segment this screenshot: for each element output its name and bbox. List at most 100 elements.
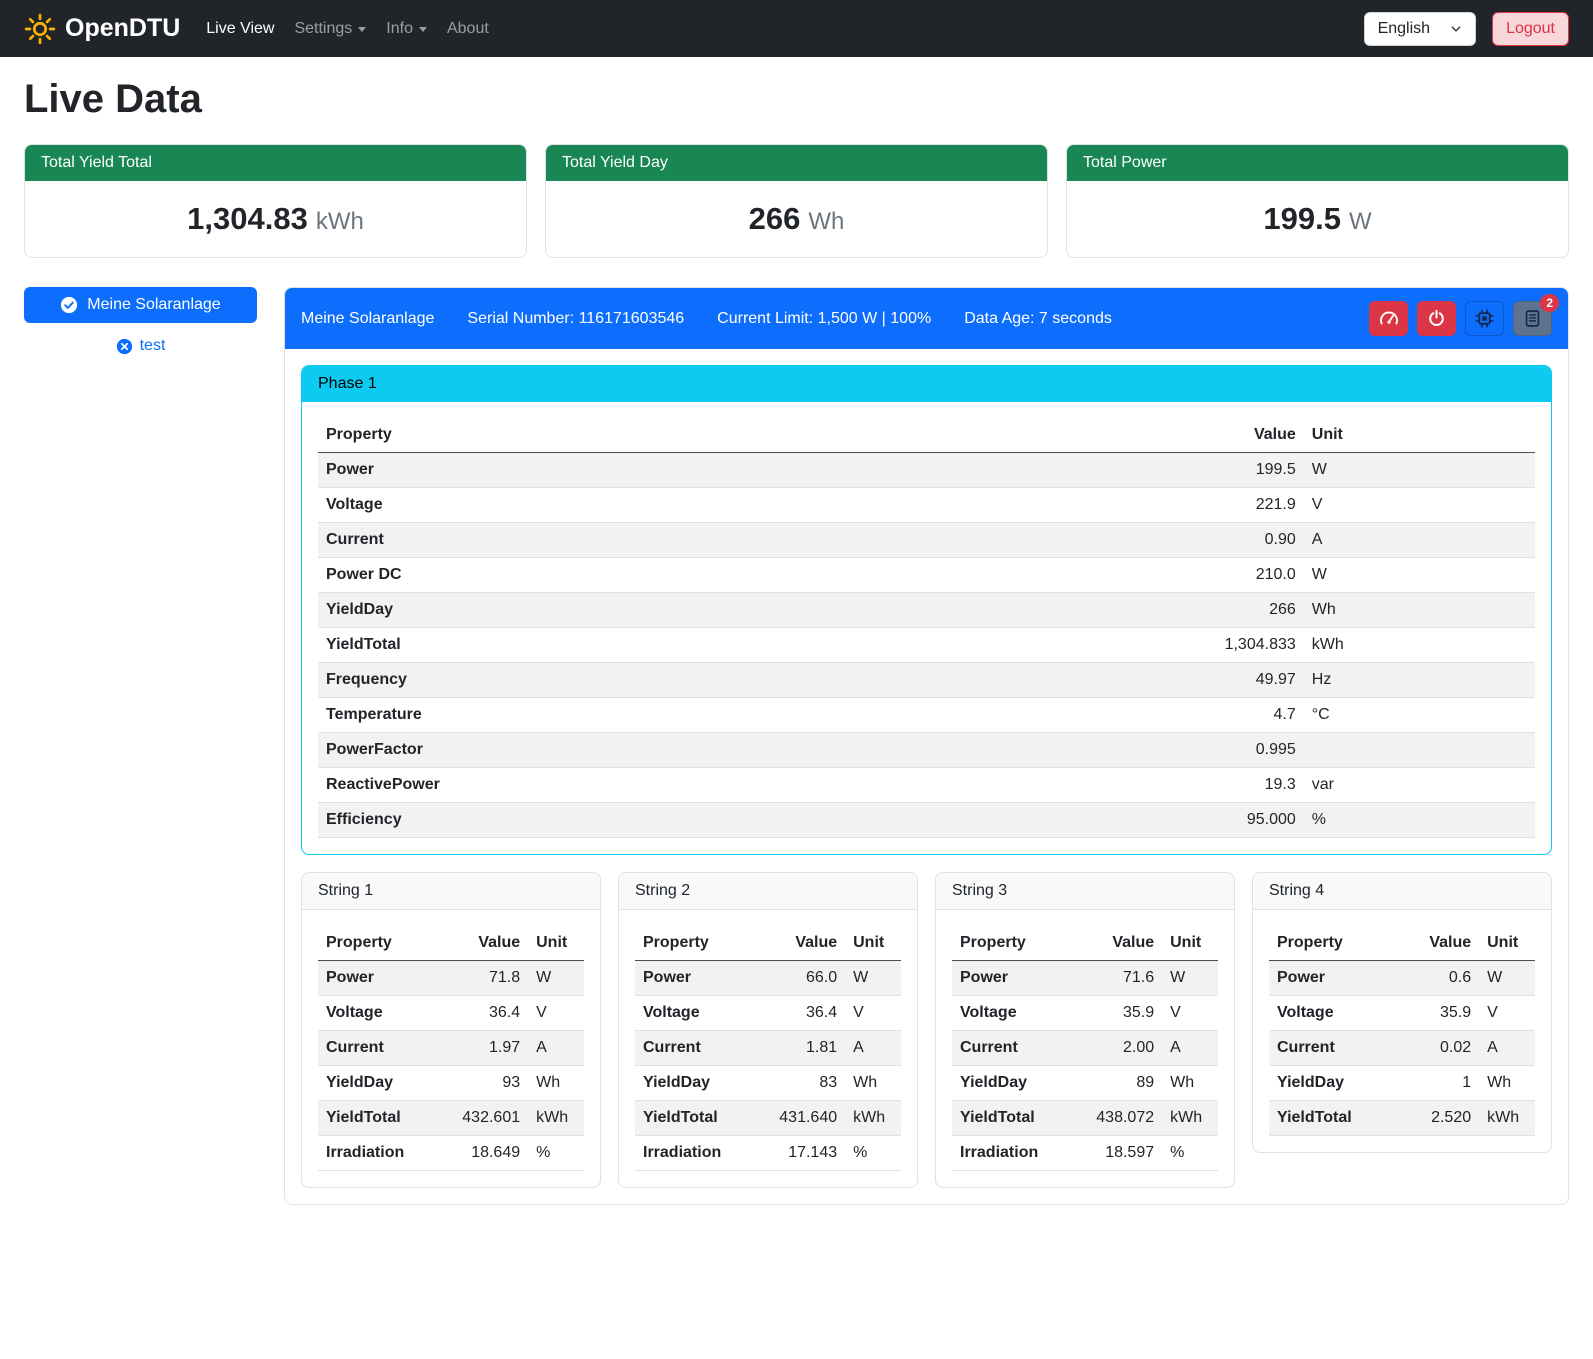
device-info-button[interactable] xyxy=(1465,301,1504,336)
card-unit: Wh xyxy=(808,208,844,235)
language-value: English xyxy=(1378,20,1430,38)
table-row: Power 199.5 W xyxy=(318,453,1535,488)
strings-row: String 1 Property Value Unit xyxy=(301,872,1552,1188)
brand[interactable]: OpenDTU xyxy=(24,13,180,45)
property-cell: PowerFactor xyxy=(318,733,927,768)
chevron-down-icon xyxy=(1450,23,1462,35)
value-cell: 66.0 xyxy=(747,961,845,996)
logout-button[interactable]: Logout xyxy=(1492,12,1569,46)
column-property: Property xyxy=(318,926,430,961)
column-unit: Unit xyxy=(1304,418,1535,453)
table-row: YieldDay 266 Wh xyxy=(318,593,1535,628)
inverter-select-button[interactable]: Meine Solaranlage xyxy=(24,287,257,323)
table-row: Power 71.6 W xyxy=(952,961,1218,996)
unit-cell: % xyxy=(1304,803,1535,838)
property-cell: Voltage xyxy=(635,996,747,1031)
inverter-item-test[interactable]: test xyxy=(24,337,257,355)
property-cell: Current xyxy=(635,1031,747,1066)
limit-settings-button[interactable] xyxy=(1369,301,1408,336)
unit-cell: V xyxy=(528,996,584,1031)
column-value: Value xyxy=(1381,926,1479,961)
card-total-yield-day: Total Yield Day 266Wh xyxy=(545,144,1048,258)
unit-cell: Wh xyxy=(1479,1066,1535,1101)
nav-item-about[interactable]: About xyxy=(437,12,499,46)
nav-item-info[interactable]: Info xyxy=(376,12,437,46)
unit-cell: var xyxy=(1304,768,1535,803)
value-cell: 93 xyxy=(430,1066,528,1101)
unit-cell: % xyxy=(845,1136,901,1171)
nav-item-settings[interactable]: Settings xyxy=(284,12,376,46)
table-row: Frequency 49.97 Hz xyxy=(318,663,1535,698)
string-table: Property Value Unit Power 0. xyxy=(1269,926,1535,1136)
event-log-button[interactable]: 2 xyxy=(1513,301,1552,336)
brand-label: OpenDTU xyxy=(65,14,180,43)
property-cell: Power xyxy=(1269,961,1381,996)
card-body: 266Wh xyxy=(546,181,1047,257)
card-body: 1,304.83kWh xyxy=(25,181,526,257)
value-cell: 36.4 xyxy=(747,996,845,1031)
column-property: Property xyxy=(318,418,927,453)
unit-cell: W xyxy=(845,961,901,996)
phase-table-body: Power 199.5 W Voltage 221.9 V xyxy=(318,453,1535,838)
nav-item-live-view[interactable]: Live View xyxy=(196,12,284,46)
unit-cell: % xyxy=(1162,1136,1218,1171)
unit-cell: Wh xyxy=(1162,1066,1218,1101)
value-cell: 0.90 xyxy=(927,523,1304,558)
language-select[interactable]: English xyxy=(1364,12,1476,46)
property-cell: Irradiation xyxy=(952,1136,1064,1171)
property-cell: YieldTotal xyxy=(635,1101,747,1136)
string-card-4: String 4 Property Value Unit xyxy=(1252,872,1552,1153)
event-count-badge: 2 xyxy=(1540,294,1559,312)
property-cell: Voltage xyxy=(318,488,927,523)
value-cell: 431.640 xyxy=(747,1101,845,1136)
unit-cell: kWh xyxy=(1162,1101,1218,1136)
unit-cell: Wh xyxy=(528,1066,584,1101)
table-row: Irradiation 17.143 % xyxy=(635,1136,901,1171)
table-row: PowerFactor 0.995 xyxy=(318,733,1535,768)
value-cell: 17.143 xyxy=(747,1136,845,1171)
string-table: Property Value Unit Power 71 xyxy=(952,926,1218,1171)
phase-card: Phase 1 Property Value Unit xyxy=(301,365,1552,855)
table-row: YieldDay 93 Wh xyxy=(318,1066,584,1101)
value-cell: 0.6 xyxy=(1381,961,1479,996)
journal-icon xyxy=(1523,309,1542,328)
table-row: Current 1.97 A xyxy=(318,1031,584,1066)
property-cell: Power xyxy=(635,961,747,996)
table-row: Current 0.02 A xyxy=(1269,1031,1535,1066)
card-total-power: Total Power 199.5W xyxy=(1066,144,1569,258)
value-cell: 438.072 xyxy=(1064,1101,1162,1136)
string-table-body: Power 0.6 W Voltage 35.9 V xyxy=(1269,961,1535,1136)
unit-cell: V xyxy=(1162,996,1218,1031)
table-row: Power 0.6 W xyxy=(1269,961,1535,996)
column-value: Value xyxy=(747,926,845,961)
value-cell: 4.7 xyxy=(927,698,1304,733)
table-row: YieldTotal 431.640 kWh xyxy=(635,1101,901,1136)
table-row: YieldTotal 2.520 kWh xyxy=(1269,1101,1535,1136)
unit-cell: A xyxy=(1162,1031,1218,1066)
page: OpenDTU Live View Settings Info About En… xyxy=(0,0,1593,1359)
property-cell: Current xyxy=(318,523,927,558)
main-row: Meine Solaranlage test Meine Solaranlage xyxy=(24,287,1569,1205)
value-cell: 35.9 xyxy=(1064,996,1162,1031)
string-card-3: String 3 Property Value Unit xyxy=(935,872,1235,1188)
card-value: 199.5 xyxy=(1263,201,1341,236)
column-property: Property xyxy=(952,926,1064,961)
value-cell: 0.995 xyxy=(927,733,1304,768)
unit-cell: % xyxy=(528,1136,584,1171)
x-circle-icon xyxy=(116,338,133,355)
phase-table: Property Value Unit Power 199.5 xyxy=(318,418,1535,838)
column-unit: Unit xyxy=(1479,926,1535,961)
table-row: YieldTotal 438.072 kWh xyxy=(952,1101,1218,1136)
property-cell: Frequency xyxy=(318,663,927,698)
value-cell: 95.000 xyxy=(927,803,1304,838)
table-row: YieldTotal 432.601 kWh xyxy=(318,1101,584,1136)
unit-cell: W xyxy=(1479,961,1535,996)
phase-card-title: Phase 1 xyxy=(302,366,1551,402)
card-title: Total Yield Day xyxy=(546,145,1047,181)
value-cell: 36.4 xyxy=(430,996,528,1031)
string-card-body: Property Value Unit Power 0. xyxy=(1253,910,1551,1136)
power-toggle-button[interactable] xyxy=(1417,301,1456,336)
card-value: 1,304.83 xyxy=(187,201,308,236)
table-row: YieldDay 89 Wh xyxy=(952,1066,1218,1101)
value-cell: 432.601 xyxy=(430,1101,528,1136)
